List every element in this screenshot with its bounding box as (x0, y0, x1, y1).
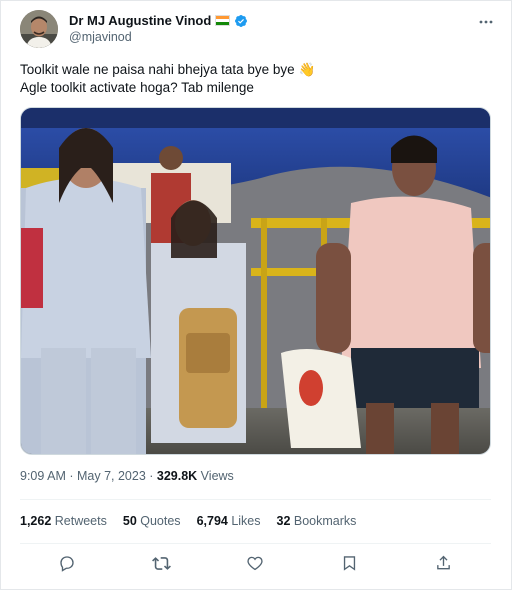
tweet-timestamp-views: 9:09 AM · May 7, 2023 · 329.8K Views (20, 469, 234, 483)
likes-label: Likes (227, 514, 261, 528)
quotes-label: Quotes (136, 514, 181, 528)
likes-count: 6,794 (196, 514, 228, 528)
tweet-actions (20, 552, 491, 576)
avatar-image (20, 10, 58, 48)
views-label: Views (197, 469, 234, 483)
tweet-text-line-1: Toolkit wale ne paisa nahi bhejya tata b… (20, 61, 490, 79)
engagement-stats: 1,262 Retweets 50 Quotes 6,794 Likes 32 … (20, 514, 356, 528)
quotes-count: 50 (122, 514, 137, 528)
verified-badge-icon (235, 14, 248, 27)
waving-hand-emoji: 👋 (298, 62, 316, 77)
author-name-row: Dr MJ Augustine Vinod (69, 13, 248, 28)
author-avatar[interactable] (20, 10, 58, 48)
photo-people-walking (21, 108, 490, 454)
tweet-text-line-2: Agle toolkit activate hoga? Tab milenge (20, 80, 254, 95)
like-icon[interactable] (244, 552, 266, 574)
bookmark-icon[interactable] (338, 552, 360, 574)
tweet-text: Toolkit wale ne paisa nahi bhejya tata b… (20, 61, 490, 97)
bookmarks-stat[interactable]: 32 Bookmarks (277, 514, 357, 528)
retweet-icon[interactable] (150, 552, 172, 574)
bookmarks-label: Bookmarks (290, 514, 357, 528)
tweet-time[interactable]: 9:09 AM (20, 469, 66, 483)
bookmarks-count: 32 (276, 514, 291, 528)
india-flag-icon (215, 15, 231, 26)
author-handle[interactable]: @mjavinod (69, 30, 132, 44)
likes-stat[interactable]: 6,794 Likes (197, 514, 261, 528)
tweet-header: Dr MJ Augustine Vinod @mjavinod (20, 10, 496, 50)
meta-separator: · (145, 469, 157, 483)
divider (20, 499, 491, 500)
tweet-card: Dr MJ Augustine Vinod @mjavinod Toolkit … (0, 0, 512, 590)
tweet-photo[interactable] (20, 107, 491, 455)
retweets-stat[interactable]: 1,262 Retweets (20, 514, 107, 528)
reply-icon[interactable] (56, 552, 78, 574)
retweets-label: Retweets (51, 514, 107, 528)
divider (20, 543, 491, 544)
tweet-text-line-1-text: Toolkit wale ne paisa nahi bhejya tata b… (20, 62, 295, 77)
views-count: 329.8K (156, 469, 198, 483)
retweets-count: 1,262 (20, 514, 52, 528)
author-display-name[interactable]: Dr MJ Augustine Vinod (69, 13, 211, 28)
tweet-date[interactable]: May 7, 2023 (77, 469, 146, 483)
meta-separator: · (65, 469, 77, 483)
share-icon[interactable] (432, 552, 454, 574)
more-options-icon[interactable] (476, 12, 496, 32)
quotes-stat[interactable]: 50 Quotes (123, 514, 181, 528)
